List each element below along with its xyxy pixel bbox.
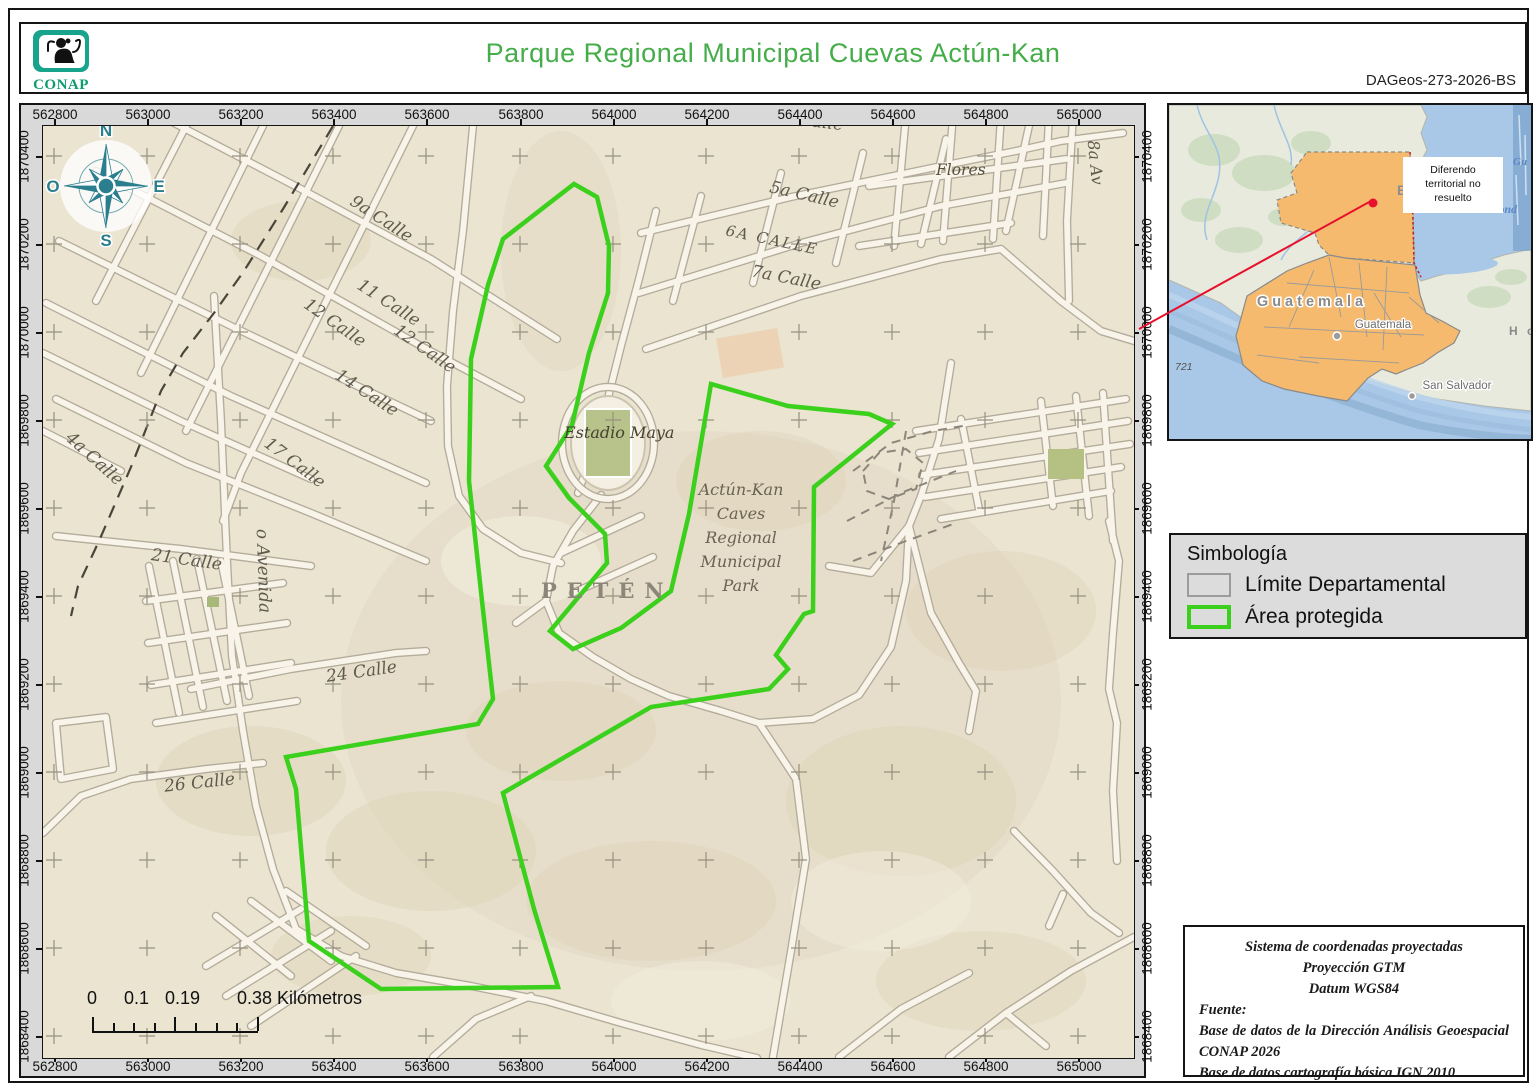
grid-label-y-left: 1869800	[16, 394, 32, 447]
grid-label-y-left: 1869600	[16, 482, 32, 535]
grid-label-y-right: 1868400	[1139, 1010, 1155, 1063]
san-salvador-dot	[1407, 391, 1417, 401]
grid-label-y-right: 1868800	[1139, 834, 1155, 887]
sea-label-1: Gu	[1513, 156, 1527, 168]
grid-label-y-left: 1870200	[16, 218, 32, 271]
scale-bar: 0 0.1 0.19 0.38 Kilómetros	[83, 988, 413, 1040]
grid-label-y-left: 1870400	[16, 130, 32, 183]
source-line-1: Base de datos de la Dirección Análisis G…	[1199, 1023, 1509, 1060]
header: CONAP Parque Regional Municipal Cuevas A…	[19, 22, 1527, 94]
city-label: Guatemala	[1355, 319, 1412, 331]
grid-label-y-right: 1869600	[1139, 482, 1155, 535]
scalebar-tick	[112, 1023, 115, 1031]
grid-label-y-left: 1870000	[16, 306, 32, 359]
legend-item-area: Área protegida	[1187, 603, 1383, 631]
scalebar-tick-label: 0	[86, 988, 97, 1008]
grid-label-y-left: 1869400	[16, 570, 32, 623]
scalebar-tick	[133, 1023, 136, 1031]
metadata-box: Sistema de coordenadas proyectadas Proye…	[1183, 925, 1525, 1081]
scalebar-tick-label: 0.1	[124, 988, 150, 1008]
park-label-line: Regional	[705, 528, 777, 547]
scalebar-tick	[215, 1023, 218, 1031]
scalebar-tick-label: 0.19	[165, 988, 201, 1008]
guatemala-city-dot	[1332, 331, 1342, 341]
park-label-line: Caves	[716, 504, 766, 523]
document-id: DAGeos-273-2026-BS	[1365, 72, 1516, 89]
grid-label-y-right: 1868600	[1139, 922, 1155, 975]
grid-label-y-right: 1869000	[1139, 746, 1155, 799]
grid-label-y-left: 1869200	[16, 658, 32, 711]
grid-label-y-right: 1869200	[1139, 658, 1155, 711]
crs-line: Sistema de coordenadas proyectadas	[1245, 939, 1463, 955]
flores-label: Flores	[936, 161, 986, 179]
main-map-canvas: NSEO 9a Calle 11 Calle 12 Calle 12 Calle 14 …	[42, 125, 1135, 1059]
datum-line: Datum WGS84	[1308, 981, 1400, 997]
scalebar-end-label: 0.38 Kilómetros	[237, 988, 363, 1008]
grid-label-y-left: 1868600	[16, 922, 32, 975]
scalebar-tick	[256, 1017, 259, 1031]
park-label-line: Municipal	[700, 552, 782, 571]
grid-label-y-right: 1870200	[1139, 218, 1155, 271]
inset-number-label: 721	[1175, 361, 1193, 373]
stadium-label: Estadio Maya	[564, 423, 675, 442]
protected-area-swatch	[1187, 605, 1231, 629]
projection-line: Proyección GTM	[1302, 960, 1406, 976]
map-title: Parque Regional Municipal Cuevas Actún-K…	[485, 38, 1061, 68]
departmental-limit-swatch	[1187, 573, 1231, 597]
svg-text:Diferendo: Diferendo	[1430, 164, 1476, 176]
legend-item-limite: Límite Departamental	[1187, 571, 1446, 599]
inset-map-graphic: B Gu Hond Guatemala Guatemala San Salvad…	[1167, 104, 1534, 443]
grid-label-y-left: 1869000	[16, 746, 32, 799]
inset-locator-map: B Gu Hond Guatemala Guatemala San Salvad…	[1167, 103, 1534, 443]
country-label: Guatemala	[1257, 294, 1367, 310]
park-label-line: Actún-Kan	[698, 480, 784, 499]
scalebar-tick	[236, 1023, 239, 1031]
park-location-dot	[1368, 198, 1378, 208]
fuente-label: Fuente:	[1199, 1002, 1247, 1018]
svg-text:resuelto: resuelto	[1434, 192, 1472, 204]
grid-label-y-right: 1869800	[1139, 394, 1155, 447]
scalebar-tick	[195, 1023, 197, 1031]
honduras-label: H o	[1509, 324, 1531, 338]
grid-label-y-right: 1869400	[1139, 570, 1155, 623]
legend-title: Simbología	[1187, 543, 1288, 565]
city2-label: San Salvador	[1422, 380, 1491, 392]
grid-label-y-left: 1868800	[16, 834, 32, 887]
source-line-2: Base de datos cartografía básica IGN 201…	[1199, 1065, 1456, 1081]
main-map-frame: 562800 562800 563000 563000 563200 563200 5634…	[16, 103, 1155, 1078]
grid-label-y-right: 1870400	[1139, 130, 1155, 183]
scalebar-rule	[92, 1016, 259, 1033]
scalebar-tick	[92, 1017, 94, 1031]
protected-area-label: Actún-Kan Caves Regional Municipal Park	[661, 478, 821, 598]
park-label-line: Park	[722, 576, 760, 595]
map-document-page: CONAP Parque Regional Municipal Cuevas A…	[0, 0, 1536, 1089]
street-label: o Avenida	[251, 528, 275, 614]
scalebar-tick	[153, 1023, 156, 1031]
grid-label-y-left: 1868400	[16, 1010, 32, 1063]
department-label: PETÉN	[541, 578, 674, 603]
scalebar-tick	[174, 1017, 177, 1031]
legend: Simbología Límite Departamental Área pro…	[1169, 533, 1527, 639]
svg-text:territorial no: territorial no	[1425, 178, 1481, 190]
grid-label-y-right: 1870000	[1139, 306, 1155, 359]
conap-logo-text: CONAP	[33, 77, 89, 93]
